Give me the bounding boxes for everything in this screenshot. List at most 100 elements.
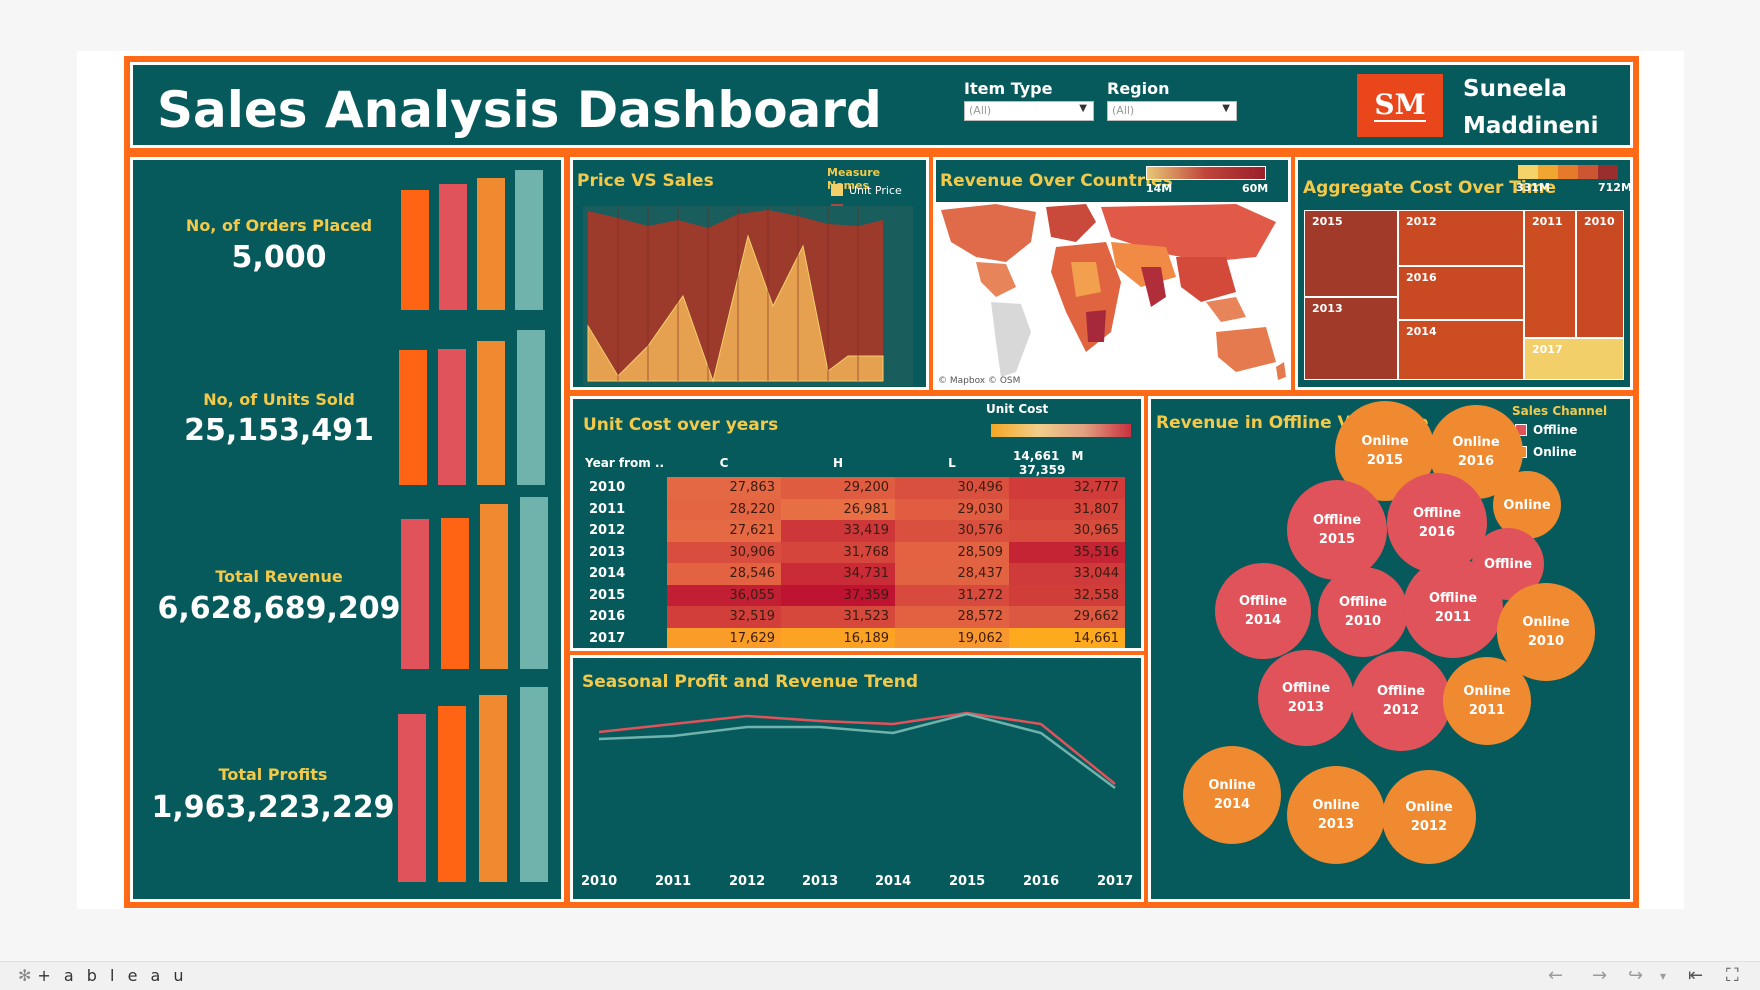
heatmap-cell[interactable]: 26,981 (781, 498, 895, 520)
world-map[interactable]: © Mapbox © OSM (936, 202, 1288, 387)
heatmap-cell[interactable]: 31,807 (1009, 498, 1125, 520)
bubble-label: Online (1503, 496, 1550, 515)
treemap-cell-2015[interactable]: 2015 (1304, 210, 1398, 297)
heatmap-cell[interactable]: 17,629 (667, 627, 781, 648)
legend-swatch (831, 184, 843, 196)
profit-line (598, 712, 1116, 790)
bubble-offline[interactable]: Offline 2014 (1215, 563, 1311, 659)
heatmap-cell[interactable]: 30,576 (895, 520, 1009, 542)
heatmap-cell[interactable]: 29,200 (781, 477, 895, 499)
heatmap-cell[interactable]: 31,523 (781, 606, 895, 628)
heatmap-cell[interactable]: 28,572 (895, 606, 1009, 628)
x-axis-tick-label: 2013 (802, 874, 839, 889)
unit-cost-legend-title: Unit Cost (986, 402, 1049, 416)
tableau-toolbar: ✻ + a b l e a u ← → ↪ ▾ ⇤ ⛶ (0, 961, 1760, 990)
treemap-cell-2010[interactable]: 2010 (1576, 210, 1624, 338)
treemap-cell-2014[interactable]: 2014 (1398, 320, 1524, 380)
heatmap-cell[interactable]: 31,768 (781, 541, 895, 563)
revert-dropdown-icon[interactable]: ▾ (1660, 969, 1666, 983)
bubble-year: 2013 (1317, 817, 1355, 832)
revert-icon[interactable]: ↪ (1628, 965, 1643, 986)
bubble-channel: Online (1312, 798, 1360, 813)
kpi-label-units: No, of Units Sold (203, 390, 355, 409)
treemap-cell-2011[interactable]: 2011 (1524, 210, 1576, 338)
kpi-bar (438, 349, 466, 485)
seasonal-line-chart (598, 711, 1116, 790)
bubble-year: 2014 (1244, 613, 1282, 628)
undo-icon[interactable]: ← (1548, 965, 1563, 986)
heatmap-cell[interactable]: 19,062 (895, 627, 1009, 648)
heatmap-cell[interactable]: 29,662 (1009, 606, 1125, 628)
legend-label: Unit Price (849, 184, 902, 197)
heatmap-cell[interactable]: 34,731 (781, 563, 895, 585)
heatmap-cell[interactable]: 29,030 (895, 498, 1009, 520)
heatmap-cell[interactable]: 35,516 (1009, 541, 1125, 563)
bubble-offline[interactable]: Offline 2012 (1351, 651, 1451, 751)
bubble-channel: Online (1522, 615, 1570, 630)
column-header-l: L (948, 456, 956, 470)
heatmap-cell[interactable]: 37,359 (781, 584, 895, 606)
kpi-bar (401, 190, 429, 310)
heatmap-cell[interactable]: 30,965 (1009, 520, 1125, 542)
heatmap-cell[interactable]: 28,220 (667, 498, 781, 520)
bubble-online[interactable]: Online 2011 (1443, 657, 1531, 745)
share-icon[interactable]: ⇤ (1688, 965, 1703, 986)
column-header-m-label: M (1071, 449, 1084, 463)
bubble-channel: Offline (1338, 595, 1388, 610)
kpi-bar (398, 714, 426, 882)
heatmap-cell[interactable]: 30,906 (667, 541, 781, 563)
heatmap-cell[interactable]: 33,419 (781, 520, 895, 542)
world-map-shapes (941, 204, 1286, 380)
bubble-channel: Online (1463, 684, 1511, 699)
heatmap-cell[interactable]: 28,546 (667, 563, 781, 585)
heatmap-cell[interactable]: 30,496 (895, 477, 1009, 499)
heatmap-cell[interactable]: 31,272 (895, 584, 1009, 606)
x-axis-tick-label: 2012 (729, 874, 766, 889)
legend-item-offline[interactable]: Offline (1515, 423, 1577, 437)
item-type-select[interactable]: (All) ▼ (964, 101, 1094, 121)
heatmap-cell[interactable]: 32,558 (1009, 584, 1125, 606)
heatmap-cell[interactable]: 27,863 (667, 477, 781, 499)
bubble-online[interactable]: Online 2013 (1287, 766, 1385, 864)
bubble-online[interactable]: Online 2014 (1183, 746, 1281, 844)
unit-cost-title: Unit Cost over years (583, 415, 779, 435)
bubble-year: 2015 (1366, 453, 1404, 468)
treemap-cell-2012[interactable]: 2012 (1398, 210, 1524, 266)
legend-item-online[interactable]: Online (1515, 445, 1577, 459)
treemap-cell-2013[interactable]: 2013 (1304, 297, 1398, 380)
price-vs-sales-area-chart (583, 206, 913, 386)
heatmap-cell[interactable]: 33,044 (1009, 563, 1125, 585)
heatmap-cell[interactable]: 27,621 (667, 520, 781, 542)
heatmap-cell[interactable]: 14,661 (1009, 627, 1125, 648)
treemap-cell-2017[interactable]: 2017 (1524, 338, 1624, 380)
redo-icon[interactable]: → (1592, 965, 1607, 986)
bubble-offline[interactable]: Offline 2015 (1287, 480, 1387, 580)
legend-item-unit-price[interactable]: Unit Price (831, 184, 902, 197)
bubble-offline[interactable]: Offline 2011 (1403, 558, 1503, 658)
heatmap-cell[interactable]: 36,055 (667, 584, 781, 606)
map-credit: © Mapbox © OSM (938, 376, 1021, 386)
row-year: 2010 (589, 480, 626, 496)
bubble-offline[interactable]: Offline 2013 (1258, 650, 1354, 746)
x-axis-tick-label: 2016 (1023, 874, 1060, 889)
bubble-offline[interactable]: Offline 2010 (1318, 567, 1408, 657)
bubble-year: 2012 (1410, 819, 1448, 834)
bubble-channel: Online (1361, 434, 1409, 449)
kpi-label-orders: No, of Orders Placed (185, 216, 373, 235)
cost-scale-max: 712M (1598, 181, 1632, 194)
heatmap-cell[interactable]: 28,437 (895, 563, 1009, 585)
revenue-map-panel: Revenue Over Countries 14M 60M © Mapbox … (933, 157, 1291, 390)
treemap-cell-2016[interactable]: 2016 (1398, 266, 1524, 320)
kpi-bar (520, 687, 548, 882)
bubble-online[interactable]: Online 2012 (1382, 770, 1476, 864)
bubble-label: Offline 2013 (1282, 679, 1330, 717)
heatmap-cell[interactable]: 32,777 (1009, 477, 1125, 499)
heatmap-cell[interactable]: 32,519 (667, 606, 781, 628)
fullscreen-icon[interactable]: ⛶ (1726, 965, 1739, 986)
aggregate-cost-treemap: 2015 2012 2011 2010 2016 2013 2014 2017 (1304, 210, 1624, 380)
tableau-logo[interactable]: ✻ + a b l e a u (18, 966, 188, 985)
author-first-name: Suneela (1463, 76, 1567, 102)
heatmap-cell[interactable]: 28,509 (895, 541, 1009, 563)
heatmap-cell[interactable]: 16,189 (781, 627, 895, 648)
region-select[interactable]: (All) ▼ (1107, 101, 1237, 121)
